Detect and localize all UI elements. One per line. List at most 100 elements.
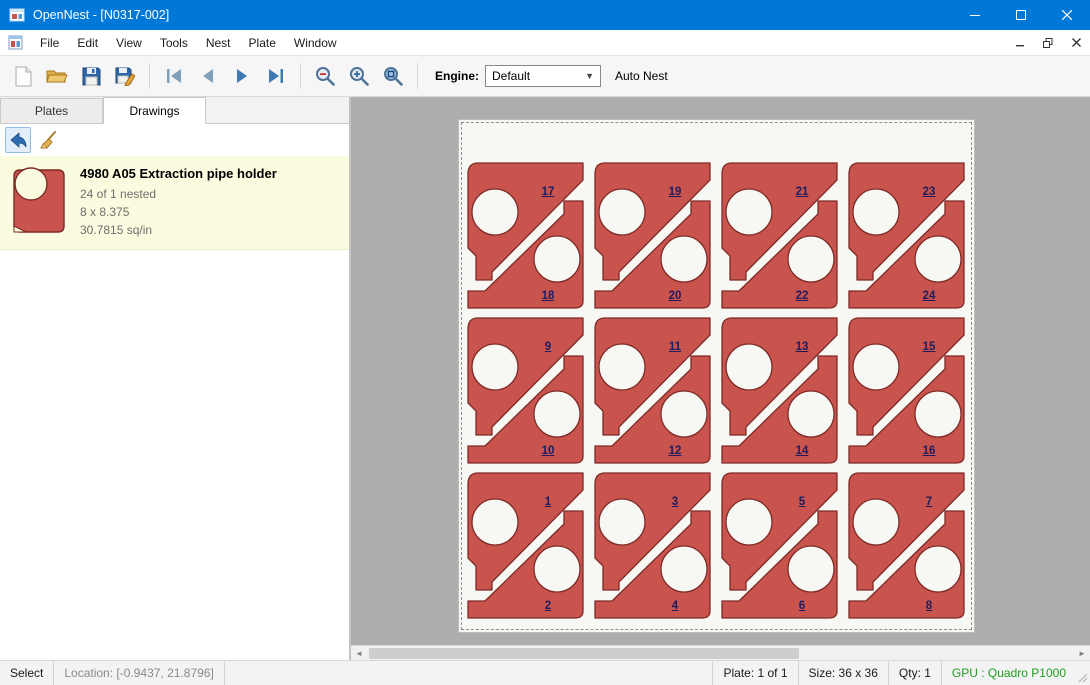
part-pair-drawing: [589, 160, 716, 311]
zoom-in-button[interactable]: [343, 60, 375, 92]
part-pair-drawing: [716, 470, 843, 621]
nest-cell[interactable]: 3 4: [589, 470, 716, 621]
tab-drawings[interactable]: Drawings: [103, 97, 206, 124]
part-number-label: 17: [533, 186, 563, 198]
save-floppy-icon: [82, 67, 101, 86]
mdi-close-button[interactable]: [1062, 32, 1090, 54]
scroll-left-arrow[interactable]: ◄: [351, 646, 367, 660]
nest-cell[interactable]: 19 20: [589, 160, 716, 311]
close-button[interactable]: [1044, 0, 1090, 30]
auto-nest-button[interactable]: Auto Nest: [615, 69, 668, 83]
nest-cell[interactable]: 7 8: [843, 470, 970, 621]
drawing-list-item[interactable]: 4980 A05 Extraction pipe holder 24 of 1 …: [0, 156, 349, 250]
minimize-button[interactable]: [952, 0, 998, 30]
status-mode: Select: [0, 661, 54, 685]
menu-window[interactable]: Window: [285, 31, 346, 55]
part-number-label: 11: [660, 341, 690, 353]
nest-cell[interactable]: 11 12: [589, 315, 716, 466]
part-number-label: 5: [787, 496, 817, 508]
engine-label: Engine:: [435, 69, 479, 83]
main-area: Plates Drawings: [0, 97, 1090, 660]
toolbar-separator: [417, 63, 418, 89]
window-title: OpenNest - [N0317-002]: [33, 8, 169, 22]
mdi-restore-icon: [1043, 38, 1053, 48]
menu-file[interactable]: File: [31, 31, 68, 55]
mdi-minimize-icon: [1016, 38, 1025, 47]
clean-broom-button[interactable]: [36, 127, 62, 153]
next-plate-button[interactable]: [226, 60, 258, 92]
mdi-minimize-button[interactable]: [1006, 32, 1034, 54]
part-number-label: 14: [787, 445, 817, 457]
resize-grip-icon: [1078, 673, 1088, 683]
menu-nest[interactable]: Nest: [197, 31, 240, 55]
part-number-label: 7: [914, 496, 944, 508]
drawings-toolbar: [0, 124, 349, 156]
part-number-label: 9: [533, 341, 563, 353]
document-icon: [8, 35, 23, 50]
part-number-label: 1: [533, 496, 563, 508]
status-bar: Select Location: [-0.9437, 21.8796] Plat…: [0, 660, 1090, 685]
menu-edit[interactable]: Edit: [68, 31, 107, 55]
scroll-right-arrow[interactable]: ►: [1074, 646, 1090, 660]
part-number-label: 6: [787, 600, 817, 612]
drawing-title: 4980 A05 Extraction pipe holder: [80, 166, 277, 181]
mdi-restore-button[interactable]: [1034, 32, 1062, 54]
nest-canvas[interactable]: 17 18 19 20 21 22 23: [351, 97, 1090, 660]
zoom-fit-button[interactable]: [377, 60, 409, 92]
last-arrow-icon: [267, 69, 285, 83]
nest-cell[interactable]: 17 18: [462, 160, 589, 311]
nest-cell[interactable]: 23 24: [843, 160, 970, 311]
save-as-button[interactable]: [109, 60, 141, 92]
menu-tools[interactable]: Tools: [151, 31, 197, 55]
part-pair-drawing: [462, 315, 589, 466]
nest-cell[interactable]: 13 14: [716, 315, 843, 466]
part-number-label: 2: [533, 600, 563, 612]
status-plate-count: Plate: 1 of 1: [712, 661, 797, 685]
part-pair-drawing: [843, 160, 970, 311]
part-number-label: 4: [660, 600, 690, 612]
resize-grip[interactable]: [1076, 661, 1090, 685]
part-number-label: 3: [660, 496, 690, 508]
nest-cell[interactable]: 1 2: [462, 470, 589, 621]
part-number-label: 22: [787, 290, 817, 302]
status-location: Location: [-0.9437, 21.8796]: [54, 661, 224, 685]
import-drawing-button[interactable]: [5, 127, 31, 153]
part-number-label: 24: [914, 290, 944, 302]
previous-plate-button[interactable]: [192, 60, 224, 92]
toolbar-separator: [300, 63, 301, 89]
first-arrow-icon: [165, 69, 183, 83]
zoom-out-button[interactable]: [309, 60, 341, 92]
tab-plates[interactable]: Plates: [0, 98, 103, 123]
first-plate-button[interactable]: [158, 60, 190, 92]
menu-plate[interactable]: Plate: [240, 31, 285, 55]
horizontal-scrollbar[interactable]: ◄ ►: [351, 645, 1090, 660]
toolbar-separator: [149, 63, 150, 89]
zoom-in-icon: [349, 66, 370, 87]
scrollbar-thumb[interactable]: [369, 648, 799, 659]
sidebar-panel: Plates Drawings: [0, 97, 351, 660]
new-button[interactable]: [7, 60, 39, 92]
nest-cell[interactable]: 21 22: [716, 160, 843, 311]
menu-view[interactable]: View: [107, 31, 151, 55]
part-pair-drawing: [716, 315, 843, 466]
part-number-label: 13: [787, 341, 817, 353]
nest-cell[interactable]: 15 16: [843, 315, 970, 466]
last-plate-button[interactable]: [260, 60, 292, 92]
nest-cell[interactable]: 5 6: [716, 470, 843, 621]
part-pair-drawing: [716, 160, 843, 311]
new-document-icon: [15, 66, 32, 87]
next-arrow-icon: [234, 69, 250, 83]
part-pair-drawing: [462, 160, 589, 311]
zoom-fit-icon: [383, 66, 404, 87]
mdi-close-icon: [1072, 38, 1081, 47]
previous-arrow-icon: [200, 69, 216, 83]
engine-select[interactable]: Default ▼: [485, 65, 601, 87]
open-button[interactable]: [41, 60, 73, 92]
nest-cell[interactable]: 9 10: [462, 315, 589, 466]
save-button[interactable]: [75, 60, 107, 92]
part-number-label: 16: [914, 445, 944, 457]
maximize-button[interactable]: [998, 0, 1044, 30]
plate-sheet: 17 18 19 20 21 22 23: [459, 120, 974, 632]
part-number-label: 10: [533, 445, 563, 457]
maximize-icon: [1016, 10, 1026, 20]
